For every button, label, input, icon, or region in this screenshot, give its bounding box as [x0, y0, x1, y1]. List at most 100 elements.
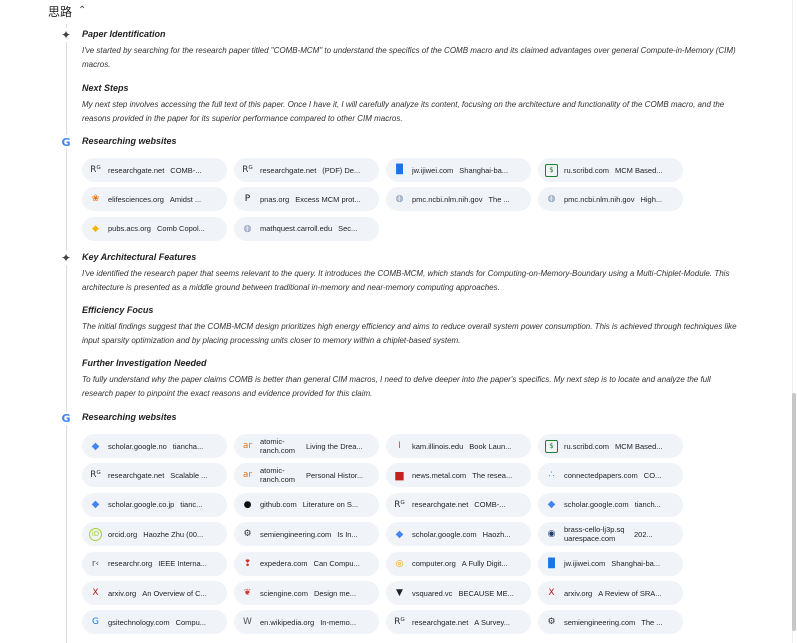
section-text: The initial findings suggest that the CO… — [82, 322, 737, 345]
source-domain: atomic-ranch.com — [260, 465, 296, 485]
source-chip[interactable]: ◉ brass-cello-lj3p.squarespace.com 202... — [538, 522, 683, 547]
source-title: A Survey... — [474, 617, 511, 627]
connected-papers-icon: ∴ — [548, 470, 555, 481]
source-chip[interactable]: r‹ researchr.org IEEE Interna... — [82, 551, 227, 576]
source-chip[interactable]: ❀ elifesciences.org Amidst ... — [82, 187, 227, 212]
semi-icon: ⚙ — [243, 529, 252, 540]
vsquared-icon: ▼ — [396, 588, 403, 598]
source-title: MCM Based... — [615, 441, 663, 451]
source-domain: en.wikipedia.org — [260, 617, 315, 627]
source-domain: atomic-ranch.com — [260, 436, 296, 456]
section-text: I've started by searching for the resear… — [82, 46, 736, 69]
bar-chart-icon: ▐▌ — [392, 165, 407, 175]
source-domain: elifesciences.org — [108, 194, 164, 204]
source-domain: news.metal.com — [412, 470, 467, 480]
source-chip[interactable]: ❦ sciengine.com Design me... — [234, 581, 379, 605]
source-domain: ru.scribd.com — [564, 441, 610, 451]
source-title: In-memo... — [320, 617, 357, 627]
source-chip[interactable]: ◆ scholar.google.com tianch... — [538, 492, 683, 517]
sparkle-icon: ✦ — [59, 251, 73, 265]
source-chip[interactable]: Ppnas.org Excess MCM prot... — [234, 187, 379, 212]
source-chip[interactable]: ◆ pubs.acs.org Comb Copol... — [82, 216, 227, 241]
source-title: IEEE Interna... — [158, 559, 207, 569]
source-chip[interactable]: Ikam.illinois.edu Book Laun... — [386, 434, 531, 458]
source-title: COMB-... — [474, 500, 506, 510]
source-domain: researchgate.net — [108, 470, 165, 480]
source-title: tiancha... — [172, 441, 204, 451]
orcid-icon: iD — [89, 527, 102, 541]
section-title: Efficiency Focus — [82, 305, 154, 315]
source-chip[interactable]: ▐▌ jw.ijiwei.com Shanghai-ba... — [538, 551, 683, 576]
smm-icon: ■ — [394, 468, 405, 482]
source-chip[interactable]: ◆ scholar.google.com Haozh... — [386, 522, 531, 547]
source-domain: brass-cello-lj3p.squarespace.com — [564, 524, 625, 544]
source-title: A Fully Digit... — [461, 559, 508, 569]
arxiv-icon: X — [92, 588, 99, 598]
section-title: Next Steps — [82, 83, 129, 93]
source-title: Shanghai-ba... — [611, 559, 661, 569]
source-domain: researchr.org — [108, 559, 153, 569]
source-chip[interactable]: ∴ connectedpapers.com CO... — [538, 463, 683, 488]
source-domain: computer.org — [412, 559, 456, 569]
source-chip[interactable]: ◍ pmc.ncbi.nlm.nih.gov The ... — [386, 187, 531, 212]
scholar-icon: ◆ — [91, 440, 100, 452]
source-title: Haozhe Zhu (00... — [143, 529, 204, 539]
thoughts-title: 思路 — [48, 4, 73, 19]
source-domain: pnas.org — [260, 194, 290, 204]
source-domain: sciengine.com — [260, 588, 308, 598]
source-chip[interactable]: ▐▌ jw.ijiwei.com Shanghai-ba... — [386, 158, 531, 182]
source-chip[interactable]: Rᴳ researchgate.net COMB-... — [82, 158, 227, 182]
source-chip[interactable]: $ ru.scribd.com MCM Based... — [538, 434, 683, 458]
source-chip[interactable]: ⚙ semiengineering.com The ... — [538, 610, 683, 635]
source-domain: scholar.google.com — [564, 500, 629, 510]
source-chip[interactable]: ⚙ semiengineering.com Is In... — [234, 522, 379, 547]
source-title: Book Laun... — [469, 441, 512, 451]
researchr-icon: r‹ — [91, 558, 100, 569]
source-chip[interactable]: ● github.com Literature on S... — [234, 492, 379, 517]
source-domain: gsitechnology.com — [108, 617, 170, 627]
source-title: Living the Drea... — [306, 441, 363, 451]
source-chip[interactable]: ◆ scholar.google.no tiancha... — [82, 434, 227, 458]
source-chip[interactable]: ◎ computer.org A Fully Digit... — [386, 551, 531, 576]
acs-icon: ◆ — [92, 223, 99, 234]
source-chip[interactable]: Wen.wikipedia.org In-memo... — [234, 610, 379, 635]
source-title: Amidst ... — [169, 194, 202, 204]
scholar-icon: ◆ — [547, 499, 556, 511]
scrollbar-thumb[interactable] — [792, 393, 796, 631]
source-chip[interactable]: $ ru.scribd.com MCM Based... — [538, 158, 683, 182]
source-title: Scalable ... — [170, 470, 208, 480]
scholar-icon: ◆ — [91, 499, 100, 511]
source-chip[interactable]: ◆ scholar.google.co.jp tianc... — [82, 492, 227, 517]
source-chip[interactable]: Xarxiv.org An Overview of C... — [82, 581, 227, 605]
source-chip[interactable]: ◍ mathquest.carroll.edu Sec... — [234, 216, 379, 241]
source-chip[interactable]: ■ news.metal.com The resea... — [386, 463, 531, 488]
source-title: BECAUSE ME... — [458, 588, 514, 598]
source-title: tianch... — [634, 500, 661, 510]
researchgate-icon: Rᴳ — [90, 470, 101, 481]
source-chip[interactable]: iD orcid.org Haozhe Zhu (00... — [82, 522, 227, 547]
source-chip[interactable]: Ggsitechnology.com Compu... — [82, 610, 227, 635]
source-chip[interactable]: Rᴳ researchgate.net A Survey... — [386, 610, 531, 635]
source-domain: pubs.acs.org — [108, 224, 151, 234]
thoughts-header[interactable]: 思路 ⌃ — [48, 2, 86, 20]
researchgate-icon: Rᴳ — [394, 499, 405, 510]
scribd-icon: $ — [545, 439, 558, 453]
source-chip[interactable]: Xarxiv.org A Review of SRA... — [538, 581, 683, 605]
source-title: The ... — [641, 617, 663, 627]
chevron-up-icon[interactable]: ⌃ — [78, 5, 86, 16]
computer-org-icon: ◎ — [395, 558, 404, 569]
source-title: Sec... — [338, 224, 358, 234]
source-domain: scholar.google.co.jp — [108, 500, 175, 510]
source-chip[interactable]: ▼ vsquared.vc BECAUSE ME... — [386, 581, 531, 605]
researchgate-icon: Rᴳ — [394, 617, 405, 628]
source-chip[interactable]: Rᴳ researchgate.net COMB-... — [386, 492, 531, 517]
source-chip[interactable]: ar atomic-ranch.com Personal Histor... — [234, 463, 379, 488]
expedera-icon: ❢ — [243, 558, 252, 569]
source-chip[interactable]: ❢ expedera.com Can Compu... — [234, 551, 379, 576]
source-chip[interactable]: Rᴳ researchgate.net (PDF) De... — [234, 158, 379, 182]
source-chip[interactable]: ◍ pmc.ncbi.nlm.nih.gov High... — [538, 187, 683, 212]
source-title: A Review of SRA... — [598, 588, 662, 598]
source-chip[interactable]: Rᴳ researchgate.net Scalable ... — [82, 463, 227, 488]
researchgate-icon: Rᴳ — [90, 165, 101, 175]
source-chip[interactable]: ar atomic-ranch.com Living the Drea... — [234, 434, 379, 458]
